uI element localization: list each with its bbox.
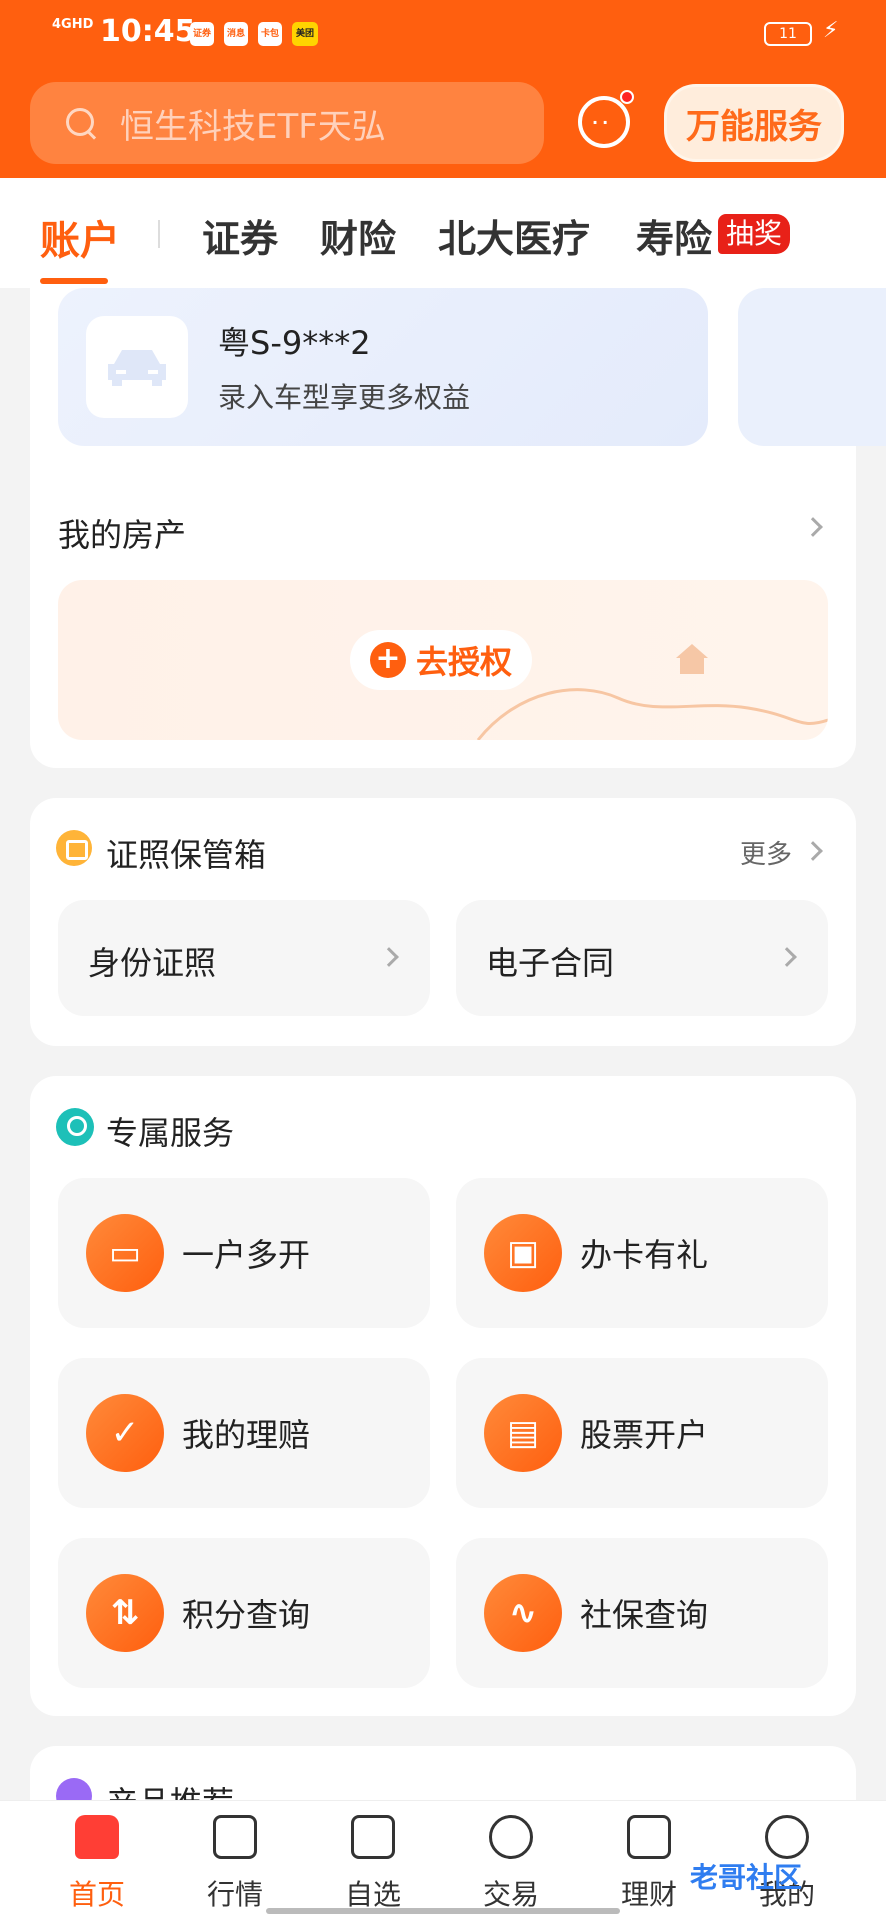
plus-icon: +: [369, 642, 406, 678]
message-icon: 消息: [224, 22, 248, 46]
unread-dot: [620, 90, 634, 104]
shield-check-icon: ✓: [86, 1394, 164, 1472]
status-time: 10:45: [100, 14, 196, 49]
service-label: 我的理赔: [182, 1416, 311, 1454]
nav-watchlist[interactable]: 自选: [308, 1801, 438, 1920]
network-indicator: 4GHD: [52, 17, 94, 32]
app-header: 4GHD 10:45 证券 消息 卡包 美团 11 ⚡ 恒生科技ETF天弘 ··…: [0, 0, 886, 178]
gift-tv-icon: ▣: [484, 1214, 562, 1292]
tab-securities[interactable]: 证券: [202, 208, 278, 263]
tab-account[interactable]: 账户: [40, 208, 120, 266]
id-documents-label: 身份证照: [88, 944, 217, 982]
status-bar: 4GHD 10:45 证券 消息 卡包 美团 11 ⚡: [0, 0, 886, 70]
service-card-gift[interactable]: ▣ 办卡有礼: [456, 1178, 828, 1328]
message-center-button[interactable]: ··: [578, 90, 634, 148]
receipt-icon: ▤: [484, 1394, 562, 1472]
vehicle-subtitle: 录入车型享更多权益: [218, 381, 471, 414]
meituan-icon: 美团: [292, 22, 318, 46]
lottery-badge: 抽奖: [718, 214, 791, 254]
search-icon: [64, 106, 98, 140]
certificates-more-link[interactable]: 更多: [740, 834, 792, 871]
user-icon: [765, 1815, 809, 1859]
universal-service-label: 万能服务: [686, 106, 822, 147]
service-multi-account[interactable]: ▭ 一户多开: [58, 1178, 430, 1328]
top-tabs: 账户 证券 财险 北大医疗 寿险 抽奖: [0, 178, 886, 288]
service-label: 积分查询: [182, 1596, 311, 1634]
securities-app-icon: 证券: [190, 22, 214, 46]
battery-icon: 11: [764, 22, 812, 46]
nav-market[interactable]: 行情: [170, 1801, 300, 1920]
car-icon: [86, 316, 188, 418]
points-search-icon: ⇅: [86, 1574, 164, 1652]
chart-icon: [213, 1815, 257, 1859]
service-social-security[interactable]: ∿ 社保查询: [456, 1538, 828, 1688]
service-points-query[interactable]: ⇅ 积分查询: [58, 1538, 430, 1688]
watermark-logo: 老哥社区: [690, 1861, 803, 1894]
nav-home[interactable]: 首页: [32, 1801, 162, 1920]
active-tab-indicator: [40, 278, 108, 284]
search-placeholder: 恒生科技ETF天弘: [120, 106, 386, 147]
services-icon: [56, 1108, 94, 1146]
search-bar[interactable]: 恒生科技ETF天弘: [30, 82, 544, 164]
tab-divider: [158, 220, 160, 248]
nav-label: 行情: [206, 1878, 263, 1911]
service-my-claims[interactable]: ✓ 我的理赔: [58, 1358, 430, 1508]
home-icon: [75, 1815, 119, 1859]
nav-label: 自选: [344, 1878, 401, 1911]
exchange-icon: [489, 1815, 533, 1859]
certificate-box-icon: [56, 830, 92, 866]
tab-property-insurance[interactable]: 财险: [320, 208, 396, 263]
wallet-icon: 卡包: [258, 22, 282, 46]
service-stock-account[interactable]: ▤ 股票开户: [456, 1358, 828, 1508]
vehicle-card[interactable]: 粤S-9***2 录入车型享更多权益: [58, 288, 708, 446]
certificates-title: 证照保管箱: [106, 836, 267, 874]
tab-pku-healthcare[interactable]: 北大医疗: [438, 208, 590, 263]
nav-label: 交易: [482, 1878, 539, 1911]
property-title: 我的房产: [58, 516, 187, 554]
service-label: 一户多开: [182, 1236, 311, 1274]
chevron-right-icon: [379, 947, 399, 967]
license-plate: 粤S-9***2: [218, 324, 371, 362]
next-vehicle-card[interactable]: [738, 288, 886, 446]
property-banner: + 去授权: [58, 580, 828, 740]
e-contract-label: 电子合同: [486, 944, 615, 982]
charging-icon: ⚡: [823, 18, 839, 43]
chat-icon: ··: [592, 113, 613, 132]
service-label: 社保查询: [580, 1596, 709, 1634]
id-documents-tile[interactable]: 身份证照: [58, 900, 430, 1016]
chevron-right-icon: [777, 947, 797, 967]
authorize-label: 去授权: [415, 643, 512, 681]
pulse-search-icon: ∿: [484, 1574, 562, 1652]
tab-life-insurance[interactable]: 寿险: [636, 208, 712, 263]
service-label: 股票开户: [580, 1416, 709, 1454]
nav-label: 首页: [68, 1878, 125, 1911]
services-title: 专属服务: [106, 1114, 235, 1152]
universal-service-button[interactable]: 万能服务: [664, 84, 844, 162]
nav-trade[interactable]: 交易: [446, 1801, 576, 1920]
wallet-icon: [627, 1815, 671, 1859]
id-card-icon: ▭: [86, 1214, 164, 1292]
service-label: 办卡有礼: [580, 1236, 709, 1274]
authorize-button[interactable]: + 去授权: [350, 630, 532, 690]
e-contract-tile[interactable]: 电子合同: [456, 900, 828, 1016]
add-square-icon: [351, 1815, 395, 1859]
notification-icons: 证券 消息 卡包 美团: [190, 22, 318, 46]
home-indicator[interactable]: [266, 1908, 620, 1914]
